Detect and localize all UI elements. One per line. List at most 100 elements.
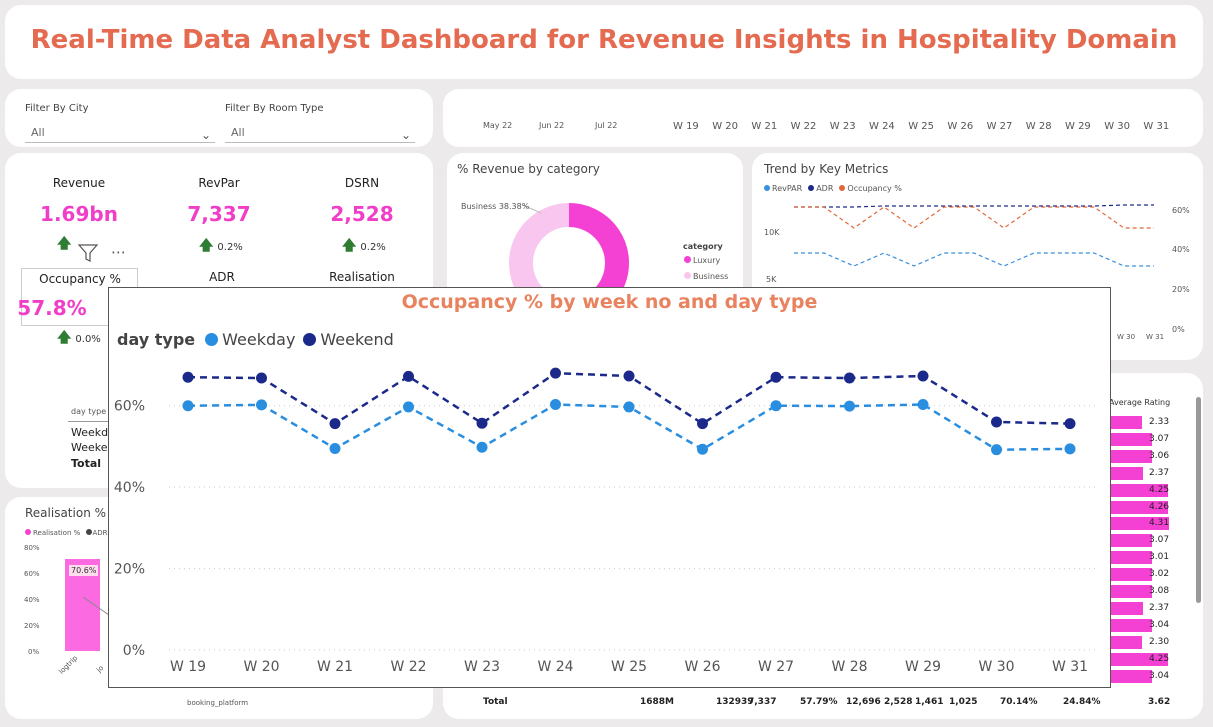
week-slicer-item[interactable]: W 23: [830, 121, 856, 132]
week-slicer-item[interactable]: W 24: [869, 121, 895, 132]
week-slicer-item[interactable]: W 21: [751, 121, 777, 132]
week-slicer-item[interactable]: W 28: [1026, 121, 1052, 132]
total-cell: 1,461: [915, 697, 944, 707]
up-arrow-icon: 🡅: [57, 330, 72, 346]
rating-bar: [1111, 635, 1142, 649]
rating-value: 3.07: [1149, 433, 1170, 444]
data-point-weekend: [403, 370, 414, 382]
up-arrow-icon: 🡅: [199, 238, 214, 254]
y-tick-label: 60%: [114, 399, 145, 415]
kpi-revpar-label: RevPar: [198, 176, 240, 190]
kpi-adr-label: ADR: [209, 270, 235, 284]
up-arrow-icon: 🡅: [342, 238, 357, 254]
data-point-weekend: [623, 370, 635, 382]
data-point-weekday: [550, 398, 561, 410]
data-point-weekday: [403, 401, 414, 413]
week-slicer-item[interactable]: W 29: [1065, 121, 1091, 132]
kpi-revpar-value: 7,337: [187, 202, 251, 226]
kpi-realisation-label: Realisation: [329, 270, 395, 284]
rating-value: 3.08: [1149, 586, 1170, 596]
total-cell: 12,696: [846, 697, 881, 707]
x-tick-label: W 26: [684, 659, 720, 675]
more-options-icon[interactable]: ⋯: [111, 243, 126, 261]
rating-value: 4.31: [1149, 518, 1170, 529]
rating-value: 3.07: [1149, 535, 1170, 546]
donut-slice-label: Business 38.38%: [461, 202, 530, 211]
rating-value: 3.01: [1149, 552, 1170, 563]
rating-value: 3.02: [1149, 569, 1170, 580]
week-slicer-item[interactable]: W 27: [987, 121, 1013, 132]
kpi-dsrn-label: DSRN: [344, 176, 380, 190]
data-point-weekday: [697, 443, 708, 455]
legend-item-luxury: Luxury: [684, 256, 720, 265]
filter-icon[interactable]: [77, 243, 99, 267]
rating-value: 4.26: [1149, 501, 1170, 512]
month-label[interactable]: Jun 22: [539, 121, 564, 130]
x-tick-label: W 29: [905, 659, 941, 675]
rating-value: 3.04: [1149, 619, 1170, 630]
week-slicer-item[interactable]: W 26: [947, 121, 973, 132]
data-point-weekday: [476, 441, 488, 453]
kpi-occupancy-label: Occupancy %: [39, 272, 121, 286]
kpi-occupancy-delta: 🡅 0.0%: [57, 330, 101, 346]
city-filter-value: All: [31, 126, 45, 139]
rating-bar: [1111, 449, 1153, 463]
kpi-revenue-delta: 🡅: [57, 233, 75, 257]
occupancy-chart-focus[interactable]: Occupancy % by week no and day type day …: [108, 287, 1111, 688]
y-tick-label: 20%: [114, 562, 145, 578]
legend-item-business: Business: [684, 272, 728, 281]
rating-bar: [1111, 432, 1153, 446]
room-type-filter-select[interactable]: All ⌄: [225, 123, 415, 143]
total-cell: 57.79%: [800, 697, 838, 707]
rating-bar: [1111, 551, 1152, 565]
rating-value: 4.25: [1149, 484, 1170, 495]
month-label[interactable]: Jul 22: [595, 121, 617, 130]
rating-value: 3.06: [1149, 450, 1170, 461]
week-slicer-item[interactable]: W 25: [908, 121, 934, 132]
week-slicer-item[interactable]: W 20: [712, 121, 738, 132]
city-filter-select[interactable]: All ⌄: [25, 123, 215, 143]
total-cell: 7,337: [748, 697, 777, 707]
data-point-weekday: [844, 400, 855, 412]
data-point-weekend: [991, 416, 1002, 428]
data-point-weekday: [917, 398, 929, 410]
kpi-occupancy-value: 57.8%: [17, 296, 87, 320]
x-tick-label: W 31: [1052, 659, 1088, 675]
total-cell: Total: [483, 697, 508, 707]
x-tick-label: W 22: [390, 659, 426, 675]
rating-value: 3.04: [1149, 670, 1170, 681]
y-tick: 0%: [28, 648, 40, 656]
rating-bar: [1111, 534, 1153, 548]
data-point-weekend: [550, 367, 561, 379]
rating-bar: [1111, 601, 1143, 615]
data-point-weekday: [329, 442, 341, 454]
rating-value: 2.30: [1149, 636, 1170, 647]
room-type-filter-value: All: [231, 126, 245, 139]
city-filter-label: Filter By City: [25, 103, 89, 114]
week-slicer-item[interactable]: W 31: [1143, 121, 1169, 132]
rating-bar: [1111, 585, 1153, 598]
data-point-weekday: [256, 399, 267, 411]
total-cell: 1,025: [949, 697, 978, 707]
week-slicer-item[interactable]: W 30: [1104, 121, 1130, 132]
data-point-weekend: [182, 371, 194, 383]
x-tick-label: W 25: [611, 659, 647, 675]
data-point-weekday: [991, 444, 1002, 456]
data-point-weekend: [476, 417, 488, 429]
up-arrow-icon: 🡅: [57, 236, 72, 252]
week-slicer-item[interactable]: W 22: [791, 121, 817, 132]
kpi-dsrn-delta: 🡅 0.2%: [342, 238, 386, 254]
kpi-revpar-delta: 🡅 0.2%: [199, 238, 243, 254]
scrollbar[interactable]: [1196, 397, 1201, 603]
title-card: Real-Time Data Analyst Dashboard for Rev…: [5, 5, 1203, 79]
filter-card: Filter By City All ⌄ Filter By Room Type…: [5, 89, 433, 147]
month-label[interactable]: May 22: [483, 121, 512, 130]
total-cell: 70.14%: [1000, 697, 1038, 707]
rating-bar: [1111, 568, 1152, 582]
chevron-down-icon: ⌄: [200, 128, 211, 142]
week-slicer-item[interactable]: W 19: [673, 121, 699, 132]
data-point-weekday: [770, 400, 782, 412]
y-tick-label: 40%: [114, 480, 145, 496]
data-point-weekend: [917, 370, 929, 382]
kpi-revenue-label: Revenue: [52, 176, 106, 190]
